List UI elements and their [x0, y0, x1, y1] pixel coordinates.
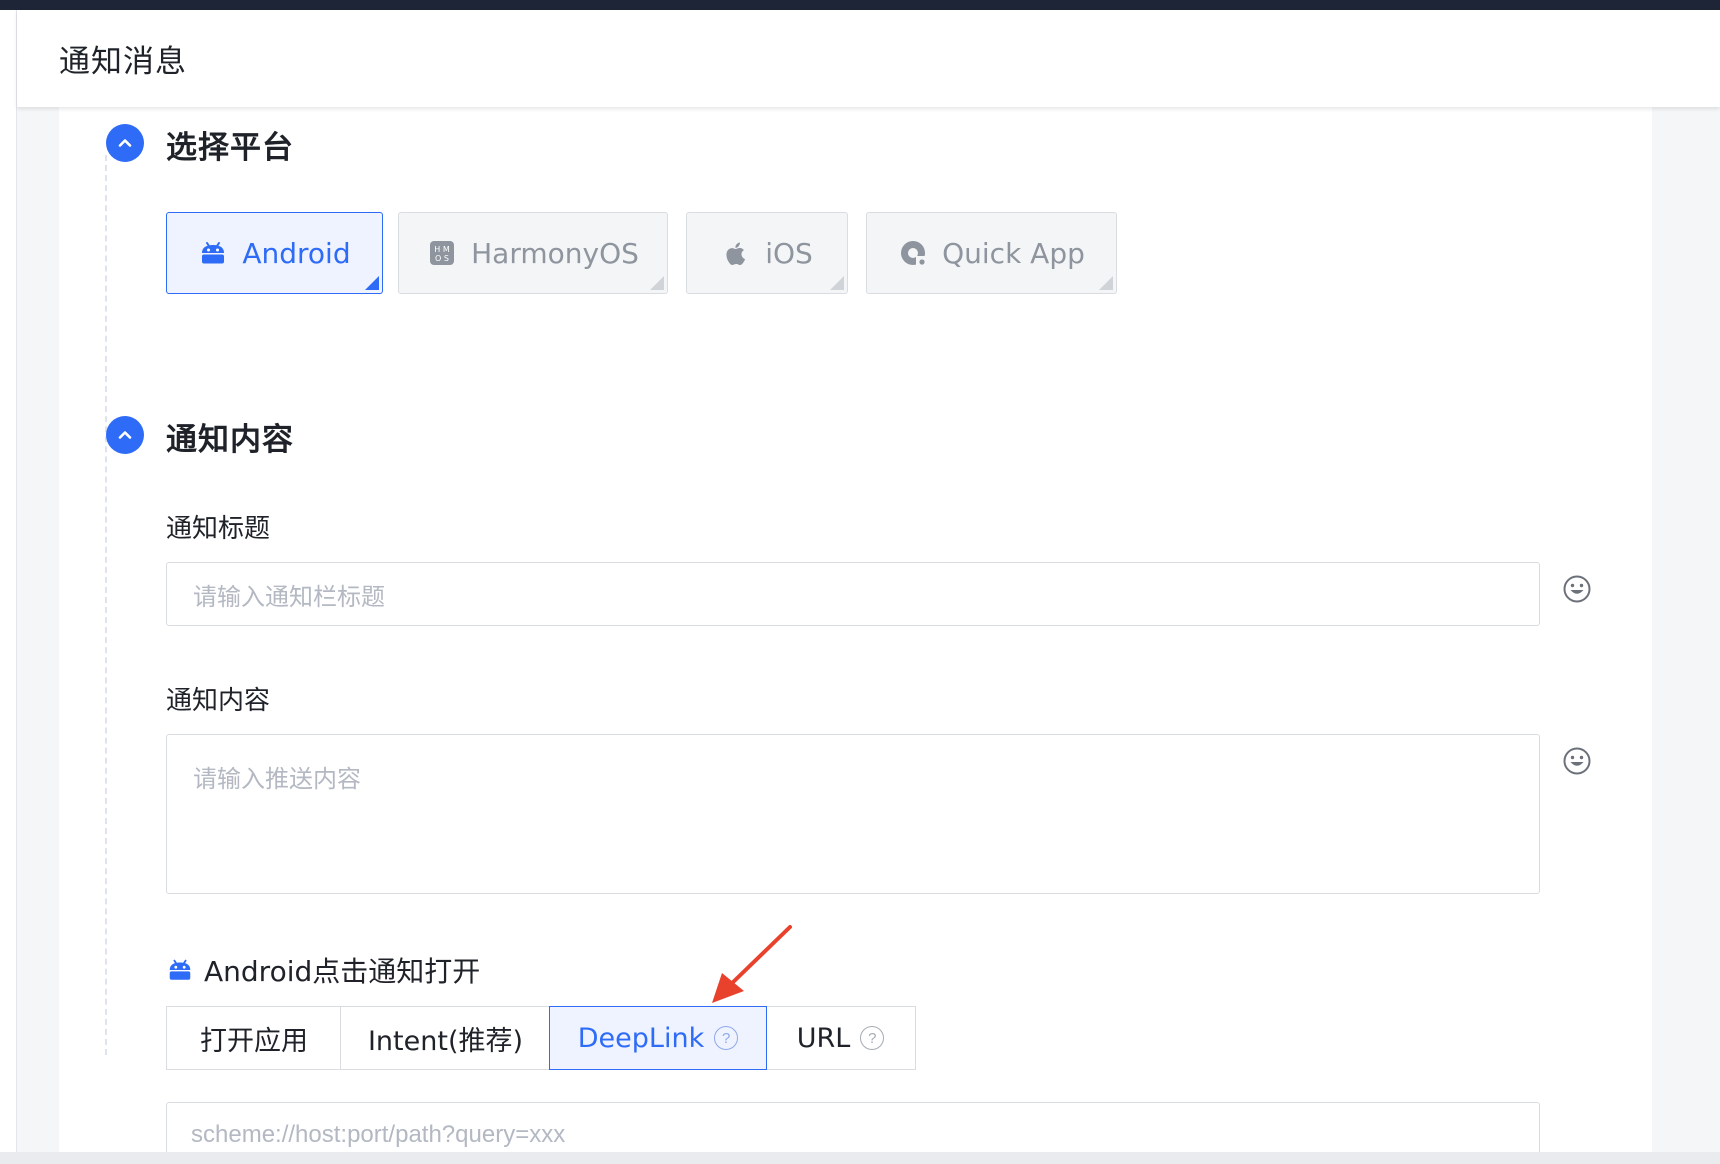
collapse-content-step-icon[interactable] — [106, 416, 144, 454]
android-click-action-label: Android点击通知打开 — [166, 950, 480, 990]
step-title-content: 通知内容 — [166, 422, 294, 458]
option-label: DeepLink — [577, 1022, 705, 1054]
option-label: Intent(推荐) — [367, 1025, 524, 1057]
harmonyos-icon: H MO S — [427, 238, 457, 268]
emoji-picker-icon[interactable] — [1562, 574, 1592, 604]
notification-title-input[interactable]: 请输入通知栏标题 — [166, 562, 1540, 626]
help-icon[interactable]: ? — [714, 1026, 739, 1050]
click-action-url-option[interactable]: URL ? — [765, 1006, 916, 1070]
page-title: 通知消息 — [59, 44, 187, 80]
platform-option-harmonyos[interactable]: H MO S HarmonyOS — [398, 212, 668, 294]
click-action-label-text: Android点击通知打开 — [204, 955, 481, 988]
platform-label-android: Android — [242, 236, 351, 270]
corner-marker — [1099, 276, 1113, 290]
svg-text:H M: H M — [434, 245, 450, 254]
corner-marker — [650, 276, 664, 290]
click-action-intent-option[interactable]: Intent(推荐) — [340, 1006, 551, 1070]
corner-marker — [830, 276, 844, 290]
svg-text:O S: O S — [435, 254, 449, 263]
notification-content-label: 通知内容 — [166, 686, 271, 716]
android-icon — [169, 959, 191, 980]
selected-corner-marker — [365, 276, 379, 290]
apple-icon — [721, 238, 751, 268]
chevron-up-icon — [118, 139, 132, 147]
platform-option-quick-app[interactable]: Quick App — [866, 212, 1117, 294]
step-title-platform: 选择平台 — [166, 130, 294, 166]
click-action-deeplink-option[interactable]: DeepLink ? — [549, 1006, 767, 1070]
platform-label-quick-app: Quick App — [942, 236, 1085, 270]
bottom-edge — [0, 1152, 1720, 1164]
android-icon — [198, 238, 228, 268]
top-navigation-bar — [0, 0, 1720, 10]
platform-label-ios: iOS — [765, 236, 813, 270]
notification-title-label: 通知标题 — [166, 514, 271, 544]
collapse-platform-step-icon[interactable] — [106, 124, 144, 162]
help-icon[interactable]: ? — [860, 1026, 885, 1050]
platform-option-android[interactable]: Android — [166, 212, 383, 294]
notification-content-textarea[interactable]: 请输入推送内容 — [166, 734, 1540, 894]
platform-option-ios[interactable]: iOS — [686, 212, 848, 294]
step-timeline-line — [105, 155, 107, 1055]
option-label: URL — [796, 1022, 851, 1054]
option-label: 打开应用 — [200, 1025, 308, 1057]
click-action-open-app-option[interactable]: 打开应用 — [166, 1006, 342, 1070]
chevron-up-icon — [118, 431, 132, 439]
quick-app-icon — [898, 238, 928, 268]
platform-label-harmonyos: HarmonyOS — [471, 236, 639, 270]
left-sidebar-edge — [0, 10, 17, 1160]
emoji-picker-icon[interactable] — [1562, 746, 1592, 776]
page-header: 通知消息 — [17, 10, 1720, 107]
annotation-arrow — [712, 925, 792, 1003]
